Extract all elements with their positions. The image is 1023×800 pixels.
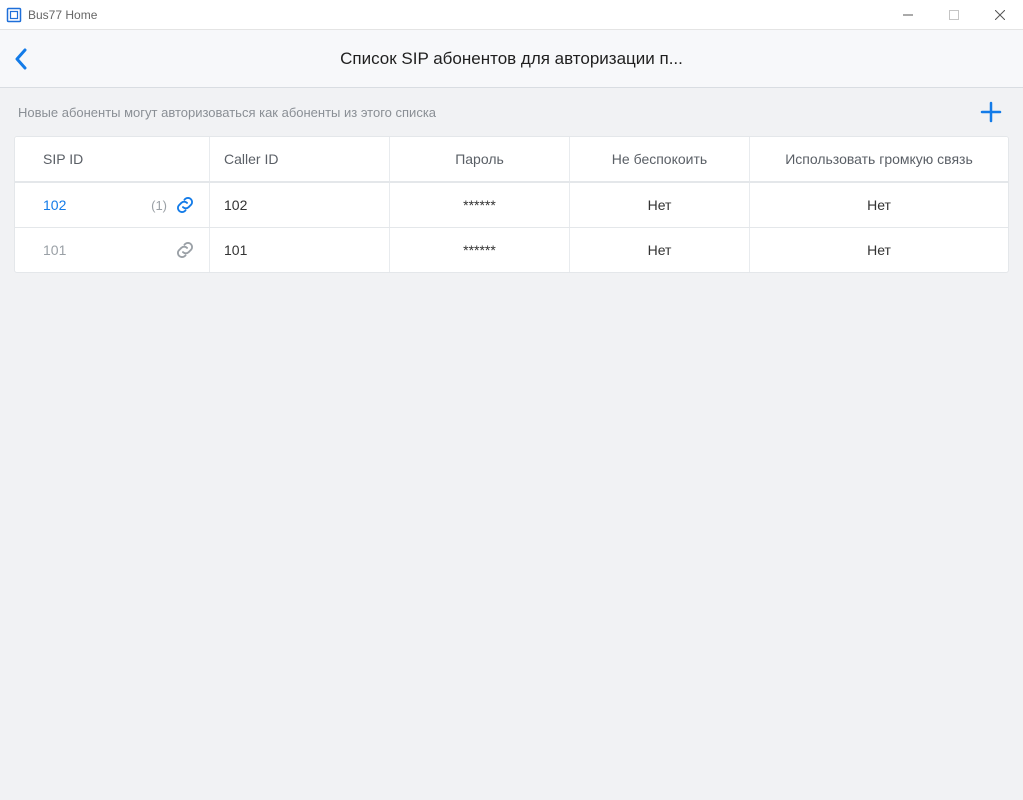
col-password: Пароль: [390, 137, 570, 181]
window-controls: [885, 0, 1023, 29]
cell-password: ******: [390, 183, 570, 227]
link-icon: [175, 240, 195, 260]
window-title: Bus77 Home: [28, 8, 97, 22]
link-icon: [175, 195, 195, 215]
col-speaker: Использовать громкую связь: [750, 137, 1008, 181]
page-title: Список SIP абонентов для авторизации п..…: [0, 49, 1023, 69]
page-header: Список SIP абонентов для авторизации п..…: [0, 30, 1023, 88]
sip-id-value: 101: [43, 242, 66, 258]
sip-table: SIP ID Caller ID Пароль Не беспокоить Ис…: [14, 136, 1009, 273]
linked-count: (1): [151, 198, 167, 213]
info-text: Новые абоненты могут авторизоваться как …: [18, 105, 977, 120]
table-header-row: SIP ID Caller ID Пароль Не беспокоить Ис…: [15, 137, 1008, 182]
cell-speaker: Нет: [750, 228, 1008, 272]
col-dnd: Не беспокоить: [570, 137, 750, 181]
titlebar: Bus77 Home: [0, 0, 1023, 30]
info-row: Новые абоненты могут авторизоваться как …: [0, 88, 1023, 136]
app-icon: [6, 7, 22, 23]
minimize-button[interactable]: [885, 0, 931, 29]
cell-caller-id: 101: [210, 228, 390, 272]
table-row[interactable]: 102 (1) 102 ****** Нет Нет: [15, 182, 1008, 227]
cell-caller-id: 102: [210, 183, 390, 227]
cell-dnd: Нет: [570, 228, 750, 272]
col-caller-id: Caller ID: [210, 137, 390, 181]
col-sip-id: SIP ID: [15, 137, 210, 181]
maximize-button[interactable]: [931, 0, 977, 29]
cell-sip-id: 101: [15, 228, 210, 272]
cell-dnd: Нет: [570, 183, 750, 227]
cell-sip-id: 102 (1): [15, 183, 210, 227]
cell-password: ******: [390, 228, 570, 272]
close-button[interactable]: [977, 0, 1023, 29]
table-row[interactable]: 101 101 ****** Нет Нет: [15, 227, 1008, 272]
back-button[interactable]: [6, 44, 36, 74]
cell-speaker: Нет: [750, 183, 1008, 227]
sip-id-value: 102: [43, 197, 66, 213]
add-button[interactable]: [977, 98, 1005, 126]
